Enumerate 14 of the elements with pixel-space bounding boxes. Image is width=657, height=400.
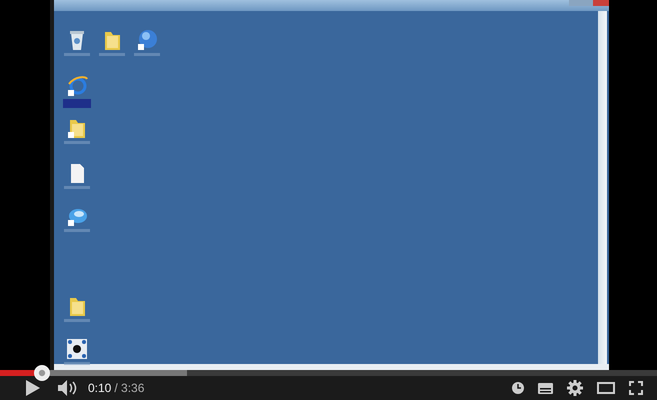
browser-icon[interactable] <box>66 75 88 97</box>
captions-icon[interactable] <box>538 382 553 394</box>
theater-mode-icon[interactable] <box>597 382 615 394</box>
network-icon[interactable] <box>66 338 88 360</box>
clock-icon[interactable] <box>512 382 524 394</box>
play-icon[interactable] <box>26 380 40 396</box>
folder-icon[interactable] <box>66 117 88 139</box>
volume-icon[interactable] <box>58 380 78 396</box>
duration: / 3:36 <box>114 381 144 395</box>
current-time: 0:10 <box>88 381 112 395</box>
fullscreen-icon[interactable] <box>629 381 643 395</box>
letter-circle-icon[interactable] <box>136 29 158 51</box>
scrubber-handle[interactable] <box>34 365 50 381</box>
settings-icon[interactable] <box>567 380 583 396</box>
